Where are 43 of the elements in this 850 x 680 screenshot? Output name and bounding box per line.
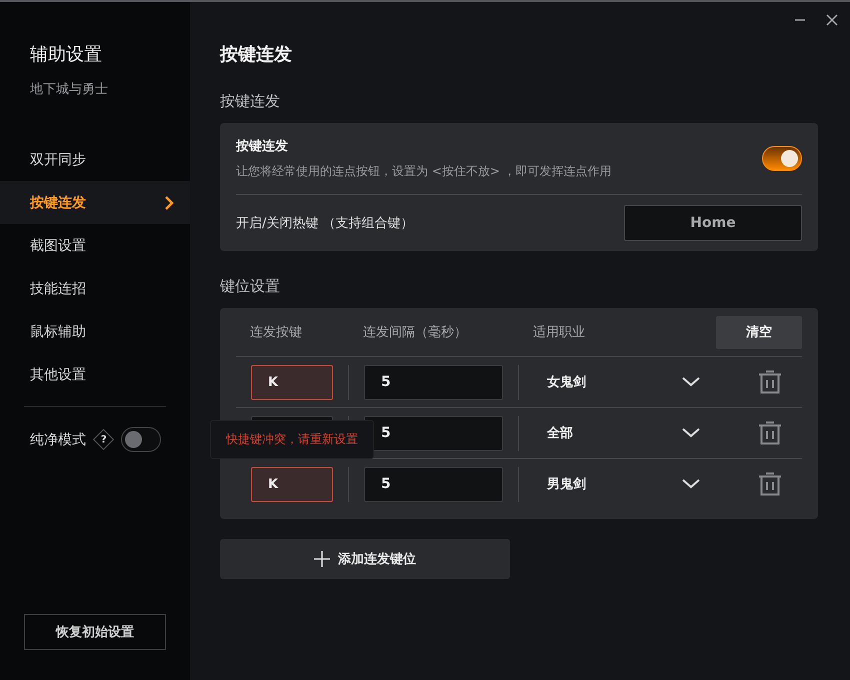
class-dropdown[interactable]: 女鬼剑 — [534, 373, 700, 391]
clear-button[interactable]: 清空 — [716, 316, 802, 348]
sidebar-item[interactable]: 技能连招 — [0, 267, 190, 310]
hotkey-field[interactable]: Home — [624, 205, 802, 241]
chevron-down-icon — [682, 479, 700, 489]
interval-field[interactable]: 5 — [364, 364, 503, 400]
sidebar-item[interactable]: 其他设置 — [0, 353, 190, 396]
trash-icon[interactable] — [758, 370, 782, 394]
pure-mode-label: 纯净模式 — [30, 430, 86, 448]
conflict-tooltip: 快捷键冲突，请重新设置 — [210, 420, 374, 459]
chevron-right-icon — [164, 194, 174, 210]
trash-icon[interactable] — [758, 472, 782, 496]
pure-mode-toggle[interactable] — [121, 427, 161, 452]
sidebar-item[interactable]: 双开同步 — [0, 138, 190, 181]
trash-icon[interactable] — [758, 421, 782, 445]
section-heading: 键位设置 — [220, 277, 281, 296]
sidebar-item[interactable]: 按键连发 — [0, 181, 190, 224]
sidebar-title: 辅助设置 — [29, 43, 103, 66]
class-dropdown[interactable]: 男鬼剑 — [534, 475, 700, 493]
repeat-toggle[interactable] — [762, 146, 802, 171]
column-header: 连发按键 — [250, 324, 303, 341]
interval-field[interactable]: 5 — [364, 466, 503, 502]
page-title: 按键连发 — [220, 43, 293, 66]
key-field[interactable]: K — [251, 364, 333, 400]
column-header: 适用职业 — [533, 324, 586, 341]
section-heading: 按键连发 — [220, 92, 281, 111]
key-field[interactable]: K — [251, 466, 333, 502]
sidebar-item[interactable]: 截图设置 — [0, 224, 190, 267]
reset-button[interactable]: 恢复初始设置 — [24, 614, 166, 650]
help-icon[interactable]: ? — [92, 428, 114, 450]
close-icon[interactable] — [826, 14, 838, 26]
column-header: 连发间隔（毫秒） — [363, 324, 468, 341]
game-name: 地下城与勇士 — [29, 81, 109, 98]
setting-title: 按键连发 — [236, 138, 289, 155]
setting-description: 让您将经常使用的连点按钮，设置为 <按住不放> ，即可发挥连点作用 — [236, 163, 612, 180]
class-dropdown[interactable]: 全部 — [534, 424, 700, 442]
chevron-down-icon — [682, 428, 700, 438]
add-key-button[interactable]: 添加连发键位 — [220, 539, 510, 579]
interval-field[interactable]: 5 — [364, 416, 503, 450]
plus-icon — [314, 551, 330, 567]
sidebar-item[interactable]: 鼠标辅助 — [0, 310, 190, 353]
hotkey-label: 开启/关闭热键 （支持组合键） — [236, 215, 414, 232]
chevron-down-icon — [682, 377, 700, 387]
